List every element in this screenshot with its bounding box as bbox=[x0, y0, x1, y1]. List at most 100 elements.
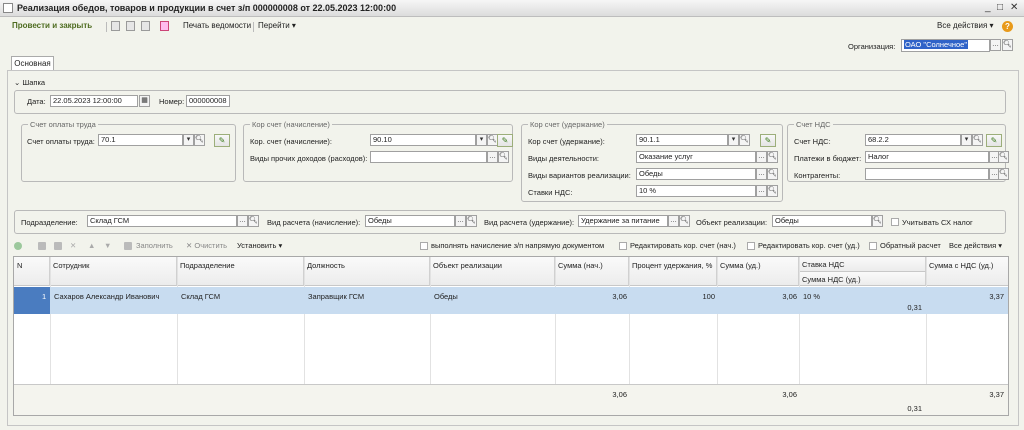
vat-acc-edit-icon[interactable]: ✎ bbox=[986, 134, 1002, 147]
vat-acc-dropdown-icon[interactable]: ▾ bbox=[961, 134, 972, 146]
col-n[interactable]: N bbox=[14, 257, 50, 286]
col-vat-rate[interactable]: Ставка НДС bbox=[799, 257, 926, 272]
payroll-group: Счет оплаты труда bbox=[21, 120, 236, 182]
dt-kt-icon[interactable] bbox=[160, 21, 169, 31]
add-row-icon[interactable] bbox=[14, 242, 22, 250]
payroll-search-icon[interactable]: 🔍︎ bbox=[194, 134, 205, 146]
row-position[interactable]: Заправщик ГСМ bbox=[308, 292, 364, 301]
dept-select-button[interactable]: … bbox=[237, 215, 248, 227]
date-field[interactable]: 22.05.2023 12:00:00 bbox=[50, 95, 138, 107]
post-icon[interactable] bbox=[126, 21, 135, 31]
move-down-icon[interactable]: ▼ bbox=[104, 241, 111, 250]
calc-ded-field[interactable]: Удержание за питание bbox=[578, 215, 668, 227]
move-up-icon[interactable]: ▲ bbox=[88, 241, 95, 250]
post-close-button[interactable]: Провести и закрыть bbox=[12, 21, 92, 30]
col-employee[interactable]: Сотрудник bbox=[50, 257, 177, 286]
payroll-edit-icon[interactable]: ✎ bbox=[214, 134, 230, 147]
print-button[interactable]: Печать ведомости bbox=[183, 21, 251, 30]
col-dept[interactable]: Подразделение bbox=[177, 257, 304, 286]
kor-deduction-acc-field[interactable]: 90.1.1 bbox=[636, 134, 728, 146]
row-dept[interactable]: Склад ГСМ bbox=[181, 292, 220, 301]
edit-row-icon[interactable] bbox=[54, 242, 62, 250]
kor-accrual-dropdown-icon[interactable]: ▾ bbox=[476, 134, 487, 146]
tab-main[interactable]: Основная bbox=[11, 56, 54, 70]
activity-search-icon[interactable]: 🔍︎ bbox=[767, 151, 778, 163]
kor-deduction-dropdown-icon[interactable]: ▾ bbox=[728, 134, 739, 146]
help-icon[interactable]: ? bbox=[1002, 21, 1013, 32]
row-vat-rate[interactable]: 10 % bbox=[803, 292, 820, 301]
copy-row-icon[interactable] bbox=[38, 242, 46, 250]
kor-deduction-edit-icon[interactable]: ✎ bbox=[760, 134, 776, 147]
budget-search-icon[interactable]: 🔍︎ bbox=[998, 151, 1009, 163]
obj-field[interactable]: Обеды bbox=[772, 215, 872, 227]
unpost-icon[interactable] bbox=[141, 21, 150, 31]
row-employee[interactable]: Сахаров Александр Иванович bbox=[54, 292, 159, 301]
reverse-checkbox[interactable] bbox=[869, 242, 877, 250]
col-sum-ded[interactable]: Сумма (уд.) bbox=[717, 257, 799, 286]
col-vat-sum[interactable]: Сумма НДС (уд.) bbox=[799, 272, 926, 286]
dept-field[interactable]: Склад ГСМ bbox=[87, 215, 237, 227]
grid-all-actions-button[interactable]: Все действия ▾ bbox=[949, 241, 1002, 250]
income-search-icon[interactable]: 🔍︎ bbox=[498, 151, 509, 163]
row-sum-ded[interactable]: 3,06 bbox=[782, 292, 797, 301]
row-vat-sum[interactable]: 0,31 bbox=[907, 303, 922, 312]
close-icon[interactable]: ✕ bbox=[1010, 2, 1018, 13]
save-icon[interactable] bbox=[111, 21, 120, 31]
activity-field[interactable]: Оказание услуг bbox=[636, 151, 756, 163]
table-row[interactable]: 1 Сахаров Александр Иванович Склад ГСМ З… bbox=[14, 287, 1008, 314]
vat-rate-search-icon[interactable]: 🔍︎ bbox=[767, 185, 778, 197]
row-percent[interactable]: 100 bbox=[702, 292, 715, 301]
clear-button[interactable]: ✕ Очистить bbox=[186, 241, 227, 250]
sh-tax-checkbox[interactable] bbox=[891, 218, 899, 226]
header-toggle[interactable]: ⌄ Шапка bbox=[14, 78, 45, 87]
all-actions-button[interactable]: Все действия ▾ bbox=[937, 21, 994, 30]
calc-ded-search-icon[interactable]: 🔍︎ bbox=[679, 215, 690, 227]
row-sum-acc[interactable]: 3,06 bbox=[612, 292, 627, 301]
income-select-button[interactable]: … bbox=[487, 151, 498, 163]
payroll-field[interactable]: 70.1 bbox=[98, 134, 183, 146]
number-field[interactable]: 000000008 bbox=[186, 95, 230, 107]
kor-deduction-search-icon[interactable]: 🔍︎ bbox=[739, 134, 750, 146]
vat-acc-search-icon[interactable]: 🔍︎ bbox=[972, 134, 983, 146]
income-field[interactable] bbox=[370, 151, 487, 163]
vat-rate-select-button[interactable]: … bbox=[756, 185, 767, 197]
col-object[interactable]: Объект реализации bbox=[430, 257, 555, 286]
vat-rate-field[interactable]: 10 % bbox=[636, 185, 756, 197]
budget-field[interactable]: Налог bbox=[865, 151, 989, 163]
col-percent[interactable]: Процент удержания, % bbox=[629, 257, 717, 286]
delete-row-icon[interactable]: ✕ bbox=[70, 241, 76, 250]
col-sum-vat[interactable]: Сумма с НДС (уд.) bbox=[926, 257, 1008, 286]
dept-search-icon[interactable]: 🔍︎ bbox=[248, 215, 259, 227]
edit-acc-checkbox[interactable] bbox=[619, 242, 627, 250]
fill-button[interactable]: Заполнить bbox=[136, 241, 173, 250]
obj-search-icon[interactable]: 🔍︎ bbox=[872, 215, 883, 227]
goto-button[interactable]: Перейти ▾ bbox=[258, 21, 296, 30]
col-sum-acc[interactable]: Сумма (нач.) bbox=[555, 257, 629, 286]
row-object[interactable]: Обеды bbox=[434, 292, 458, 301]
kor-accrual-edit-icon[interactable]: ✎ bbox=[497, 134, 513, 147]
calc-acc-select-button[interactable]: … bbox=[455, 215, 466, 227]
org-field[interactable]: ОАО "Солнечное" bbox=[901, 39, 990, 52]
calc-acc-field[interactable]: Обеды bbox=[365, 215, 455, 227]
variant-field[interactable]: Обеды bbox=[636, 168, 756, 180]
variant-search-icon[interactable]: 🔍︎ bbox=[767, 168, 778, 180]
org-select-button[interactable]: … bbox=[990, 39, 1001, 51]
minimize-icon[interactable]: _ bbox=[985, 2, 991, 13]
row-sum-vat[interactable]: 3,37 bbox=[989, 292, 1004, 301]
calc-acc-search-icon[interactable]: 🔍︎ bbox=[466, 215, 477, 227]
contr-search-icon[interactable]: 🔍︎ bbox=[998, 168, 1009, 180]
org-open-icon[interactable]: 🔍︎ bbox=[1002, 39, 1013, 51]
col-position[interactable]: Должность bbox=[304, 257, 430, 286]
calc-ded-select-button[interactable]: … bbox=[668, 215, 679, 227]
activity-select-button[interactable]: … bbox=[756, 151, 767, 163]
contr-field[interactable] bbox=[865, 168, 989, 180]
kor-accrual-acc-field[interactable]: 90.10 bbox=[370, 134, 476, 146]
set-button[interactable]: Установить ▾ bbox=[237, 241, 282, 250]
edit-ded-checkbox[interactable] bbox=[747, 242, 755, 250]
maximize-icon[interactable]: □ bbox=[997, 2, 1003, 13]
variant-select-button[interactable]: … bbox=[756, 168, 767, 180]
calendar-icon[interactable]: ▦ bbox=[139, 95, 150, 107]
vat-acc-field[interactable]: 68.2.2 bbox=[865, 134, 961, 146]
payroll-dropdown-icon[interactable]: ▾ bbox=[183, 134, 194, 146]
direct-checkbox[interactable] bbox=[420, 242, 428, 250]
